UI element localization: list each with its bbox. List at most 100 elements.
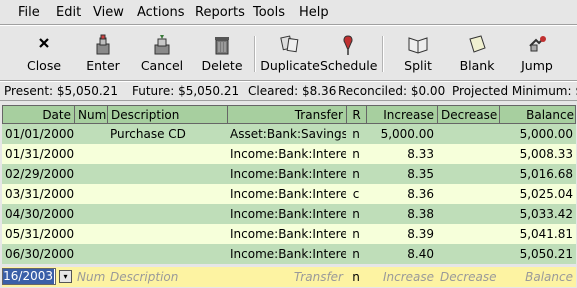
increase-cell[interactable]: 8.40 xyxy=(366,244,437,264)
column-header-description[interactable]: Description xyxy=(108,106,228,125)
increase-field[interactable]: Increase xyxy=(366,267,437,287)
transfer-cell[interactable]: Asset:Bank:Savings xyxy=(227,124,346,144)
reconcile-cell[interactable]: n xyxy=(346,124,366,144)
enter-icon xyxy=(80,34,126,58)
blank-transaction-row[interactable]: /16/2003 ▾ Num Description Transfer n In… xyxy=(2,267,576,287)
increase-cell[interactable]: 8.38 xyxy=(366,204,437,224)
num-cell[interactable] xyxy=(74,204,107,224)
balance-cell: 5,008.33 xyxy=(519,147,573,161)
table-row[interactable]: 01/01/2000 Purchase CD Asset:Bank:Savings n… xyxy=(2,124,576,144)
num-cell[interactable] xyxy=(74,144,107,164)
date-cell[interactable]: 05/31/2000 xyxy=(2,224,74,244)
reconciled-balance: Reconciled: $0.00 xyxy=(338,84,446,98)
reconcile-field[interactable]: n xyxy=(346,267,366,287)
table-row[interactable]: 04/30/2000 Income:Bank:Interest n 8.38 5,033… xyxy=(2,204,576,224)
column-header-num[interactable]: Num xyxy=(75,106,108,125)
blank-note-icon xyxy=(454,34,500,58)
increase-cell[interactable]: 8.36 xyxy=(366,184,437,204)
transfer-cell[interactable]: Income:Bank:Interest xyxy=(227,164,346,184)
date-input[interactable]: /16/2003 xyxy=(2,268,56,285)
menu-actions[interactable]: Actions xyxy=(137,5,185,20)
menu-file[interactable]: File xyxy=(18,5,40,20)
date-cell[interactable]: 02/29/2000 xyxy=(2,164,74,184)
blank-button[interactable]: Blank xyxy=(454,26,500,78)
calendar-dropdown-button[interactable]: ▾ xyxy=(59,270,72,283)
split-book-icon xyxy=(395,34,441,58)
menu-view[interactable]: View xyxy=(93,5,124,20)
description-cell[interactable] xyxy=(107,244,227,264)
reconcile-cell[interactable]: n xyxy=(346,144,366,164)
date-cell[interactable]: 04/30/2000 xyxy=(2,204,74,224)
table-row[interactable]: 05/31/2000 Income:Bank:Interest n 8.39 5,041… xyxy=(2,224,576,244)
description-field[interactable]: Description xyxy=(107,267,227,287)
table-row[interactable]: 02/29/2000 Income:Bank:Interest n 8.35 5,016… xyxy=(2,164,576,184)
register-header: Date Num Description Transfer R Increase… xyxy=(2,105,577,125)
transfer-cell[interactable]: Income:Bank:Interest xyxy=(227,184,346,204)
enter-button[interactable]: Enter xyxy=(80,26,126,78)
menu-tools[interactable]: Tools xyxy=(253,5,285,20)
description-cell[interactable] xyxy=(107,144,227,164)
decrease-cell[interactable] xyxy=(437,144,499,164)
split-button[interactable]: Split xyxy=(395,26,441,78)
date-cell[interactable]: 06/30/2000 xyxy=(2,244,74,264)
decrease-field[interactable]: Decrease xyxy=(437,267,499,287)
description-cell[interactable] xyxy=(107,224,227,244)
column-header-r[interactable]: R xyxy=(347,106,367,125)
date-cell[interactable]: 03/31/2000 xyxy=(2,184,74,204)
transfer-cell[interactable]: Income:Bank:Interest xyxy=(227,224,346,244)
reconcile-cell[interactable]: n xyxy=(346,224,366,244)
cancel-button[interactable]: Cancel xyxy=(138,26,186,78)
reconcile-cell[interactable]: n xyxy=(346,164,366,184)
date-cell[interactable]: 01/01/2000 xyxy=(2,124,74,144)
num-cell[interactable] xyxy=(74,244,107,264)
reconcile-cell[interactable]: n xyxy=(346,204,366,224)
num-cell[interactable] xyxy=(74,164,107,184)
column-header-decrease[interactable]: Decrease xyxy=(438,106,500,125)
decrease-cell[interactable] xyxy=(437,164,499,184)
menu-reports[interactable]: Reports xyxy=(195,5,245,20)
num-cell[interactable] xyxy=(74,124,107,144)
num-cell[interactable] xyxy=(74,184,107,204)
decrease-cell[interactable] xyxy=(437,184,499,204)
decrease-cell[interactable] xyxy=(437,204,499,224)
table-row[interactable]: 06/30/2000 Income:Bank:Interest n 8.40 5,050… xyxy=(2,244,576,264)
increase-cell[interactable]: 8.33 xyxy=(366,144,437,164)
jump-button-label: Jump xyxy=(521,58,553,73)
increase-cell[interactable]: 8.35 xyxy=(366,164,437,184)
description-cell[interactable] xyxy=(107,164,227,184)
transfer-cell[interactable]: Income:Bank:Interest xyxy=(227,244,346,264)
transfer-cell[interactable]: Income:Bank:Interest xyxy=(227,144,346,164)
column-header-balance[interactable]: Balance xyxy=(500,106,577,125)
table-row[interactable]: 03/31/2000 Income:Bank:Interest c 8.36 5,025… xyxy=(2,184,576,204)
column-header-transfer[interactable]: Transfer xyxy=(228,106,347,125)
decrease-cell[interactable] xyxy=(437,124,499,144)
split-button-label: Split xyxy=(404,58,432,73)
reconcile-cell[interactable]: c xyxy=(346,184,366,204)
balance-cell: 5,041.81 xyxy=(519,227,573,241)
description-cell[interactable] xyxy=(107,184,227,204)
table-row[interactable]: 01/31/2000 Income:Bank:Interest n 8.33 5,008… xyxy=(2,144,576,164)
jump-button[interactable]: Jump xyxy=(514,26,560,78)
present-balance: Present: $5,050.21 xyxy=(4,84,118,98)
balance-cell: 5,016.68 xyxy=(519,167,573,181)
increase-cell[interactable]: 5,000.00 xyxy=(366,124,437,144)
delete-button[interactable]: Delete xyxy=(198,26,246,78)
decrease-cell[interactable] xyxy=(437,244,499,264)
menu-edit[interactable]: Edit xyxy=(56,5,81,20)
num-cell[interactable] xyxy=(74,224,107,244)
description-cell[interactable] xyxy=(107,204,227,224)
close-button[interactable]: Close xyxy=(20,26,68,78)
transfer-cell[interactable]: Income:Bank:Interest xyxy=(227,204,346,224)
description-cell[interactable]: Purchase CD xyxy=(107,124,227,144)
date-cell[interactable]: 01/31/2000 xyxy=(2,144,74,164)
column-header-increase[interactable]: Increase xyxy=(367,106,438,125)
menu-help[interactable]: Help xyxy=(299,5,329,20)
reconcile-cell[interactable]: n xyxy=(346,244,366,264)
increase-cell[interactable]: 8.39 xyxy=(366,224,437,244)
schedule-button[interactable]: Schedule xyxy=(320,26,377,78)
duplicate-button[interactable]: Duplicate xyxy=(260,26,320,78)
num-field[interactable]: Num xyxy=(74,267,107,287)
decrease-cell[interactable] xyxy=(437,224,499,244)
transfer-field[interactable]: Transfer xyxy=(227,267,346,287)
column-header-date[interactable]: Date xyxy=(3,106,75,125)
